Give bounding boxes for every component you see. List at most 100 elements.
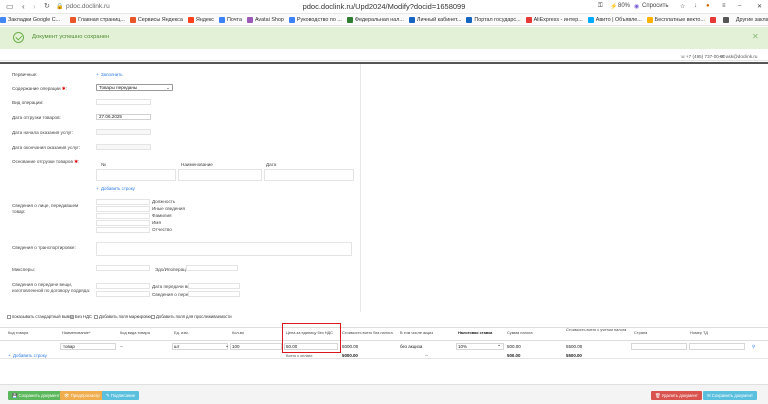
column-header: Страна [634, 330, 648, 335]
service-end-label: Дата окончания оказания услуг: [12, 145, 81, 150]
basis-name-input[interactable] [178, 169, 262, 181]
column-header: Кол-во [232, 330, 245, 335]
extension-icon[interactable]: ● [706, 3, 710, 9]
preview-button[interactable]: 👁 Предпросмотр [60, 391, 104, 400]
cell-country[interactable] [631, 343, 687, 350]
option-marking[interactable]: Добавить поля маркировки [94, 314, 152, 319]
minimize-icon[interactable]: – [738, 3, 741, 9]
waybill-input[interactable] [186, 265, 238, 271]
bookmark-item[interactable]: Авито | Объявле... [587, 16, 642, 23]
option-traceability[interactable]: Добавить поля для прослеживаемости [151, 314, 232, 319]
bookmark-label: Авито | Объявле... [595, 16, 642, 23]
cell-customs[interactable] [689, 343, 745, 350]
option-no-vat[interactable]: Без НДС [70, 314, 92, 319]
bookmark-favicon-icon [722, 16, 729, 23]
row-excise: без акциза [400, 344, 423, 349]
transfer-date-input[interactable] [188, 283, 240, 289]
column-header: Код вида товара [120, 330, 150, 335]
send-button[interactable]: ✉ Сохранить документ [703, 391, 757, 400]
other-bookmarks[interactable]: Другие закладки [736, 17, 768, 23]
column-header: Стоимость всего без налога [342, 330, 393, 335]
content-select[interactable]: Товары переданы ⌄ [96, 84, 173, 91]
bookmark-item[interactable]: AliExpress - интер... [525, 16, 583, 23]
bookmark-icon[interactable]: ☆ [680, 3, 685, 10]
transport-input[interactable] [96, 242, 352, 256]
bookmark-item[interactable]: Avatai Shop [246, 16, 284, 23]
bookmark-item[interactable]: Бесплатные векто... [646, 16, 705, 23]
bookmark-item[interactable]: Яндекс [187, 16, 214, 23]
bookmark-item[interactable]: Закладки Google C... [0, 16, 60, 23]
fill-link[interactable]: Заполнить [101, 72, 123, 77]
bookmark-item[interactable]: Федеральная нал... [346, 16, 404, 23]
bookmark-item[interactable]: Почта [218, 16, 242, 23]
person-field-input[interactable] [96, 199, 150, 205]
add-basis-row-link[interactable]: Добавить строку [101, 186, 135, 191]
bookmark-item[interactable]: Главная страниц... [70, 16, 125, 23]
checkbox-icon[interactable] [7, 314, 11, 319]
alice-icon[interactable]: ◉ [634, 3, 639, 10]
bookmarks-bar: Закладки Google C... Главная страниц... Се… [0, 14, 768, 26]
plus-icon[interactable]: + [96, 72, 99, 77]
checkbox-icon[interactable] [94, 314, 98, 319]
transfer-info-input[interactable] [188, 291, 240, 297]
service-start-input[interactable] [96, 129, 151, 135]
person-field-input[interactable] [96, 206, 150, 212]
op-type-input[interactable] [96, 99, 151, 105]
basis-col-name: Наименование [181, 162, 213, 167]
close-window-icon[interactable]: ✕ [757, 3, 762, 10]
bookmark-item[interactable]: Личный кабинет... [408, 16, 461, 23]
unit-chevron-icon[interactable]: ⌄ [225, 343, 229, 349]
person-field-label: Отчество [152, 226, 172, 232]
bookmark-label: AliExpress - интер... [533, 16, 583, 23]
ship-date-label: Дата отгрузки товаров: [12, 115, 61, 120]
column-header: Номер ТД [690, 330, 708, 335]
row-tax: 500.00 [507, 344, 521, 349]
content-label: Содержание операции ✱: [12, 86, 68, 91]
bookmark-favicon-icon [218, 16, 225, 23]
bookmark-item[interactable] [722, 16, 731, 23]
rate-chevron-icon[interactable]: ⌄ [497, 342, 501, 348]
bookmark-label: Бесплатные векто... [654, 16, 705, 23]
bookmark-favicon-icon [129, 16, 136, 23]
checkbox-icon[interactable] [151, 314, 155, 319]
bookmark-item[interactable]: Руководство по ... [288, 16, 342, 23]
basis-label: Основание отгрузки товаров ✱: [12, 159, 80, 164]
person-label: Сведения о лице, передавшем товар: [12, 203, 79, 214]
battery-icon: ⚡ [610, 4, 618, 10]
success-notice: Документ успешно сохранен ✕ [0, 27, 768, 49]
person-field-input[interactable] [96, 220, 150, 226]
basis-num-input[interactable] [96, 169, 176, 181]
ship-date-input[interactable]: 27.06.2025 [96, 114, 151, 120]
column-header: Налоговая ставка [458, 330, 493, 335]
ask-button[interactable]: Спросить [642, 3, 668, 9]
row-edit-icon[interactable]: ⚲ [752, 344, 755, 350]
cargo-input[interactable] [96, 265, 150, 271]
plus-icon[interactable]: + [96, 186, 99, 191]
delete-button[interactable]: 🗑 Удалить документ [651, 391, 702, 400]
sign-button[interactable]: ✎ Подписание [102, 391, 140, 400]
service-end-input[interactable] [96, 144, 151, 150]
divider [0, 358, 768, 359]
transfer-input-2[interactable] [96, 291, 150, 297]
transfer-input-1[interactable] [96, 283, 150, 289]
basis-col-num: № [101, 162, 106, 167]
bookmark-favicon-icon [587, 16, 594, 23]
person-field-input[interactable] [96, 213, 150, 219]
checkbox-icon[interactable] [70, 314, 74, 319]
cell-unit[interactable] [172, 343, 228, 350]
download-icon[interactable]: ↓ [694, 3, 697, 9]
bookmark-item[interactable]: Сервисы Яндекса [129, 16, 183, 23]
basis-date-input[interactable] [264, 169, 354, 181]
bookmark-item[interactable]: Портал государс... [466, 16, 521, 23]
bookmark-favicon-icon [70, 16, 77, 23]
close-icon[interactable]: ✕ [752, 32, 759, 41]
option-standard[interactable]: показывать стандартный вывод [7, 314, 74, 319]
bookmark-item[interactable] [709, 16, 718, 23]
bookmark-favicon-icon [0, 16, 6, 23]
key-icon[interactable]: ⚿ [598, 3, 603, 10]
save-button[interactable]: 💾 Сохранить документ [8, 391, 64, 400]
menu-icon[interactable]: ≡ [722, 3, 726, 9]
check-circle-icon [13, 32, 24, 43]
transport-label: Сведения о транспортировке: [12, 245, 76, 250]
person-field-input[interactable] [96, 227, 150, 233]
